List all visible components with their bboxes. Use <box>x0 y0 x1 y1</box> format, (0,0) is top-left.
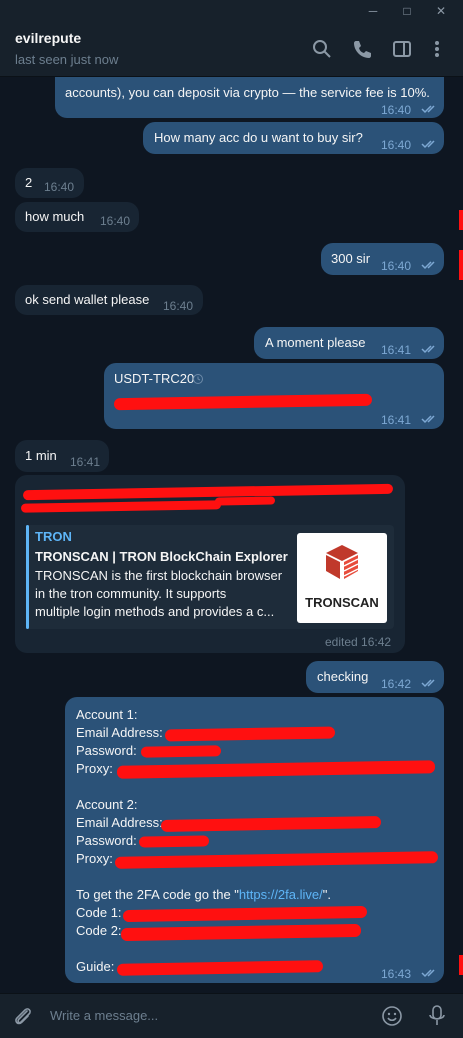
read-checkmarks-icon <box>421 415 435 424</box>
message-incoming[interactable]: 2 16:40 <box>15 168 84 198</box>
account1-label: Account 1: <box>76 707 138 722</box>
message-outgoing[interactable]: A moment please 16:41 <box>254 327 444 359</box>
message-time: 16:40 <box>44 180 75 194</box>
redaction <box>140 745 222 758</box>
message-outgoing[interactable]: USDT-TRC20 16:41 <box>104 363 444 429</box>
search-icon[interactable] <box>311 38 333 60</box>
redaction <box>164 726 336 742</box>
message-incoming[interactable]: 1 min 16:41 <box>15 440 109 472</box>
message-time: 16:40 <box>381 138 412 152</box>
guide-label: Guide: <box>76 959 115 974</box>
clock-icon <box>193 374 203 384</box>
message-outgoing[interactable]: checking 16:42 <box>306 661 444 693</box>
read-checkmarks-icon <box>421 261 435 270</box>
redaction <box>114 851 439 869</box>
proxy2-label: Proxy: <box>76 851 113 866</box>
redaction <box>160 816 382 832</box>
minimize-button[interactable]: ─ <box>358 0 388 22</box>
read-checkmarks-icon <box>421 345 435 354</box>
message-incoming[interactable]: how much 16:40 <box>15 202 139 232</box>
redaction <box>22 483 394 501</box>
message-input[interactable]: Write a message... <box>50 1008 158 1023</box>
code1-label: Code 1: <box>76 905 122 920</box>
redaction <box>113 393 373 411</box>
redaction <box>459 955 463 975</box>
read-checkmarks-icon <box>421 140 435 149</box>
emoji-icon[interactable] <box>381 1005 403 1027</box>
window-titlebar: ─ □ ✕ <box>0 0 463 22</box>
redaction <box>120 923 362 942</box>
message-incoming[interactable]: ok send wallet please 16:40 <box>15 285 203 315</box>
redaction <box>116 760 436 779</box>
message-list[interactable]: accounts), you can deposit via crypto — … <box>0 77 463 993</box>
tronscan-logo-text: TRONSCAN <box>305 595 379 610</box>
message-text: how much <box>25 209 85 224</box>
chat-status: last seen just now <box>15 52 119 67</box>
phone-icon[interactable] <box>351 38 373 60</box>
redaction <box>20 500 222 513</box>
message-text: How many acc do u want to buy sir? <box>154 130 363 145</box>
email2-label: Email Address: <box>76 815 163 830</box>
read-checkmarks-icon <box>421 679 435 688</box>
link-preview-desc-line3: multiple login methods and provides a c.… <box>35 604 275 619</box>
microphone-icon[interactable] <box>426 1004 448 1028</box>
message-time: 16:40 <box>163 299 194 313</box>
proxy1-label: Proxy: <box>76 761 113 776</box>
email1-label: Email Address: <box>76 725 163 740</box>
link-preview-title: TRONSCAN | TRON BlockChain Explorer <box>35 549 288 564</box>
message-text: A moment please <box>265 335 366 350</box>
account2-label: Account 2: <box>76 797 138 812</box>
attach-icon[interactable] <box>12 1005 34 1027</box>
message-outgoing[interactable]: 300 sir 16:40 <box>321 243 444 275</box>
message-text: 1 min <box>25 448 57 463</box>
message-outgoing[interactable]: accounts), you can deposit via crypto — … <box>55 77 444 118</box>
message-text: accounts), you can deposit via crypto — … <box>65 85 430 100</box>
link-preview-card[interactable]: TRON TRONSCAN | TRON BlockChain Explorer… <box>26 525 394 629</box>
redaction <box>459 250 463 280</box>
chat-name: evilrepute <box>15 30 82 46</box>
tronscan-logo-icon <box>326 545 359 579</box>
close-button[interactable]: ✕ <box>426 0 456 22</box>
message-time: 16:40 <box>381 103 412 117</box>
message-outgoing[interactable]: How many acc do u want to buy sir? 16:40 <box>143 122 444 154</box>
code2-label: Code 2: <box>76 923 122 938</box>
message-time: 16:42 <box>381 677 412 691</box>
link-preview-desc-line1: TRONSCAN is the first blockchain browser <box>35 568 283 583</box>
message-text: 2 <box>25 175 33 190</box>
message-text: ok send wallet please <box>25 292 150 307</box>
password1-label: Password: <box>76 743 137 758</box>
link-preview-desc-line2: in the tron community. It supports <box>35 586 227 601</box>
message-outgoing[interactable]: Account 1: Email Address: Password: Prox… <box>65 697 444 983</box>
link-preview-accent <box>26 525 29 629</box>
message-text: USDT-TRC20 <box>114 371 195 386</box>
message-time: 16:41 <box>381 343 412 357</box>
message-time: 16:40 <box>381 259 412 273</box>
redaction <box>459 210 463 230</box>
redaction <box>214 496 276 506</box>
message-time: 16:43 <box>381 967 412 981</box>
more-options-icon[interactable] <box>426 38 448 60</box>
twofa-instruction: To get the 2FA code go the "https://2fa.… <box>76 887 331 902</box>
maximize-button[interactable]: □ <box>392 0 422 22</box>
message-time: 16:40 <box>100 214 131 228</box>
read-checkmarks-icon <box>421 969 435 978</box>
message-text: checking <box>317 669 369 684</box>
message-time: edited 16:42 <box>325 635 392 649</box>
message-text: 300 sir <box>331 251 371 266</box>
message-composer[interactable]: Write a message... <box>0 993 463 1038</box>
message-time: 16:41 <box>381 413 412 427</box>
redaction <box>116 960 324 976</box>
redaction <box>138 835 210 848</box>
link-preview-site: TRON <box>35 529 72 544</box>
message-time: 16:41 <box>70 455 101 469</box>
redaction <box>122 905 368 923</box>
tronscan-logo: TRONSCAN <box>297 533 387 623</box>
sidebar-toggle-icon[interactable] <box>391 38 413 60</box>
chat-header[interactable]: evilrepute last seen just now <box>0 22 463 77</box>
password2-label: Password: <box>76 833 137 848</box>
read-checkmarks-icon <box>421 105 435 114</box>
twofa-link[interactable]: https://2fa.live/ <box>239 887 323 902</box>
